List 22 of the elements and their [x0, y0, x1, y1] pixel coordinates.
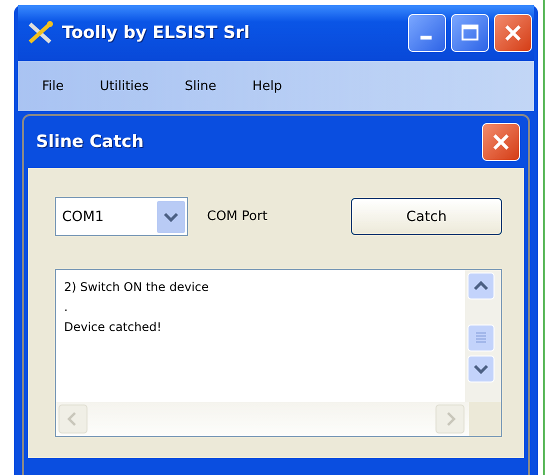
- scrollbar-corner: [469, 402, 501, 436]
- scroll-up-icon[interactable]: [467, 272, 495, 300]
- dialog-title: Sline Catch: [36, 132, 144, 152]
- window-title: Toolly by ELSIST Srl: [62, 23, 251, 43]
- scroll-down-icon[interactable]: [467, 355, 495, 383]
- log-line: .: [64, 299, 69, 316]
- log-line: Device catched!: [64, 319, 163, 336]
- port-dropdown[interactable]: COM1: [55, 197, 188, 236]
- close-button[interactable]: [482, 123, 520, 161]
- menu-item[interactable]: Help: [252, 78, 282, 94]
- menu-item[interactable]: Sline: [184, 78, 216, 94]
- scroll-thumb-icon[interactable]: [467, 324, 495, 352]
- catch-button[interactable]: Catch: [351, 198, 502, 235]
- vertical-scrollbar[interactable]: [465, 270, 501, 402]
- menu-item[interactable]: Utilities: [100, 78, 149, 94]
- maximize-button[interactable]: [451, 14, 489, 52]
- close-button[interactable]: [494, 14, 532, 52]
- minimize-button[interactable]: [408, 14, 446, 52]
- log-line: 2) Switch ON the device: [64, 279, 210, 296]
- port-label: COM Port: [207, 209, 268, 224]
- tools-icon: [26, 21, 54, 45]
- menu-item[interactable]: File: [42, 78, 64, 94]
